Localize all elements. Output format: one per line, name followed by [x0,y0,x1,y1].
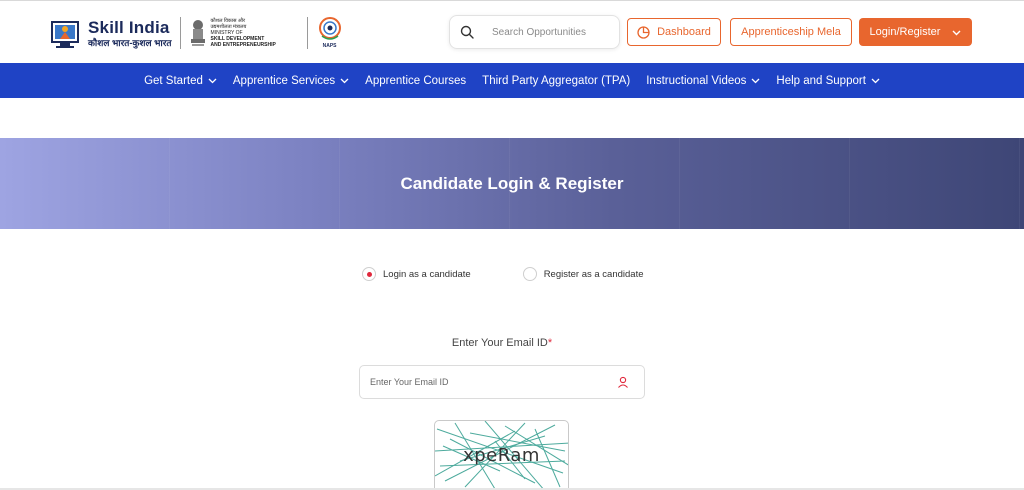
email-field[interactable] [359,365,645,399]
brand-subtitle: कौशल भारत-कुशल भारत [88,37,172,48]
radio-selected-icon[interactable] [362,267,376,281]
chevron-down-icon [340,78,349,84]
chevron-down-icon [952,30,961,35]
divider [306,17,308,49]
nav-item-instructional-videos[interactable]: Instructional Videos [646,75,760,87]
captcha-text: xpeRam [463,445,540,466]
login-register-button[interactable]: Login/Register [859,18,972,46]
nav-item-get-started[interactable]: Get Started [144,75,217,87]
apprenticeship-mela-button[interactable]: Apprenticeship Mela [730,18,852,46]
mela-label: Apprenticeship Mela [741,26,841,38]
nav-item-help-and-support[interactable]: Help and Support [776,75,880,87]
page-banner: Candidate Login & Register [0,138,1024,229]
nav-item-apprentice-services[interactable]: Apprentice Services [233,75,349,87]
nav-item-third-party-aggregator[interactable]: Third Party Aggregator (TPA) [482,75,630,87]
search-box[interactable] [449,15,620,49]
radio-login-candidate[interactable]: Login as a candidate [362,267,471,281]
chevron-down-icon [871,78,880,84]
logo-group[interactable]: Skill India कौशल भारत-कुशल भारत कौशल विक… [50,13,344,53]
search-icon [460,25,474,39]
dashboard-button[interactable]: Dashboard [627,18,721,46]
radio-register-candidate[interactable]: Register as a candidate [522,267,644,281]
naps-label: NAPS [322,43,337,49]
national-emblem-icon [190,20,205,46]
radio-login-label: Login as a candidate [383,268,471,280]
login-register-label: Login/Register [869,26,941,38]
brand-title: Skill India [88,17,170,37]
radio-register-label: Register as a candidate [543,268,644,280]
chevron-down-icon [208,78,217,84]
chevron-down-icon [751,78,760,84]
pie-chart-icon [637,25,650,39]
site-header: Skill India कौशल भारत-कुशल भारत कौशल विक… [0,0,1024,63]
naps-logo-icon [318,17,341,40]
ministry-name: कौशल विकास और उद्यमशीलता मंत्रालय MINIST… [210,18,276,48]
required-marker: * [547,337,553,349]
main-nav: Get Started Apprentice Services Apprenti… [0,63,1024,98]
naps-logo[interactable]: NAPS [316,16,344,50]
radio-dot [366,271,372,277]
nav-item-apprentice-courses[interactable]: Apprentice Courses [365,75,466,87]
email-field-label: Enter Your Email ID* [451,337,553,349]
dashboard-label: Dashboard [657,26,711,38]
skill-india-logo-icon [51,21,79,48]
page-title: Candidate Login & Register [400,173,624,193]
search-input[interactable] [492,26,617,38]
user-icon [618,376,628,388]
skill-india-logo[interactable]: Skill India कौशल भारत-कुशल भारत [50,16,172,50]
email-input[interactable] [370,377,617,387]
login-mode-radio-group: Login as a candidate Register as a candi… [362,267,644,281]
divider [179,17,181,49]
radio-unselected-icon[interactable] [522,267,537,281]
captcha-image: xpeRam [434,420,569,490]
